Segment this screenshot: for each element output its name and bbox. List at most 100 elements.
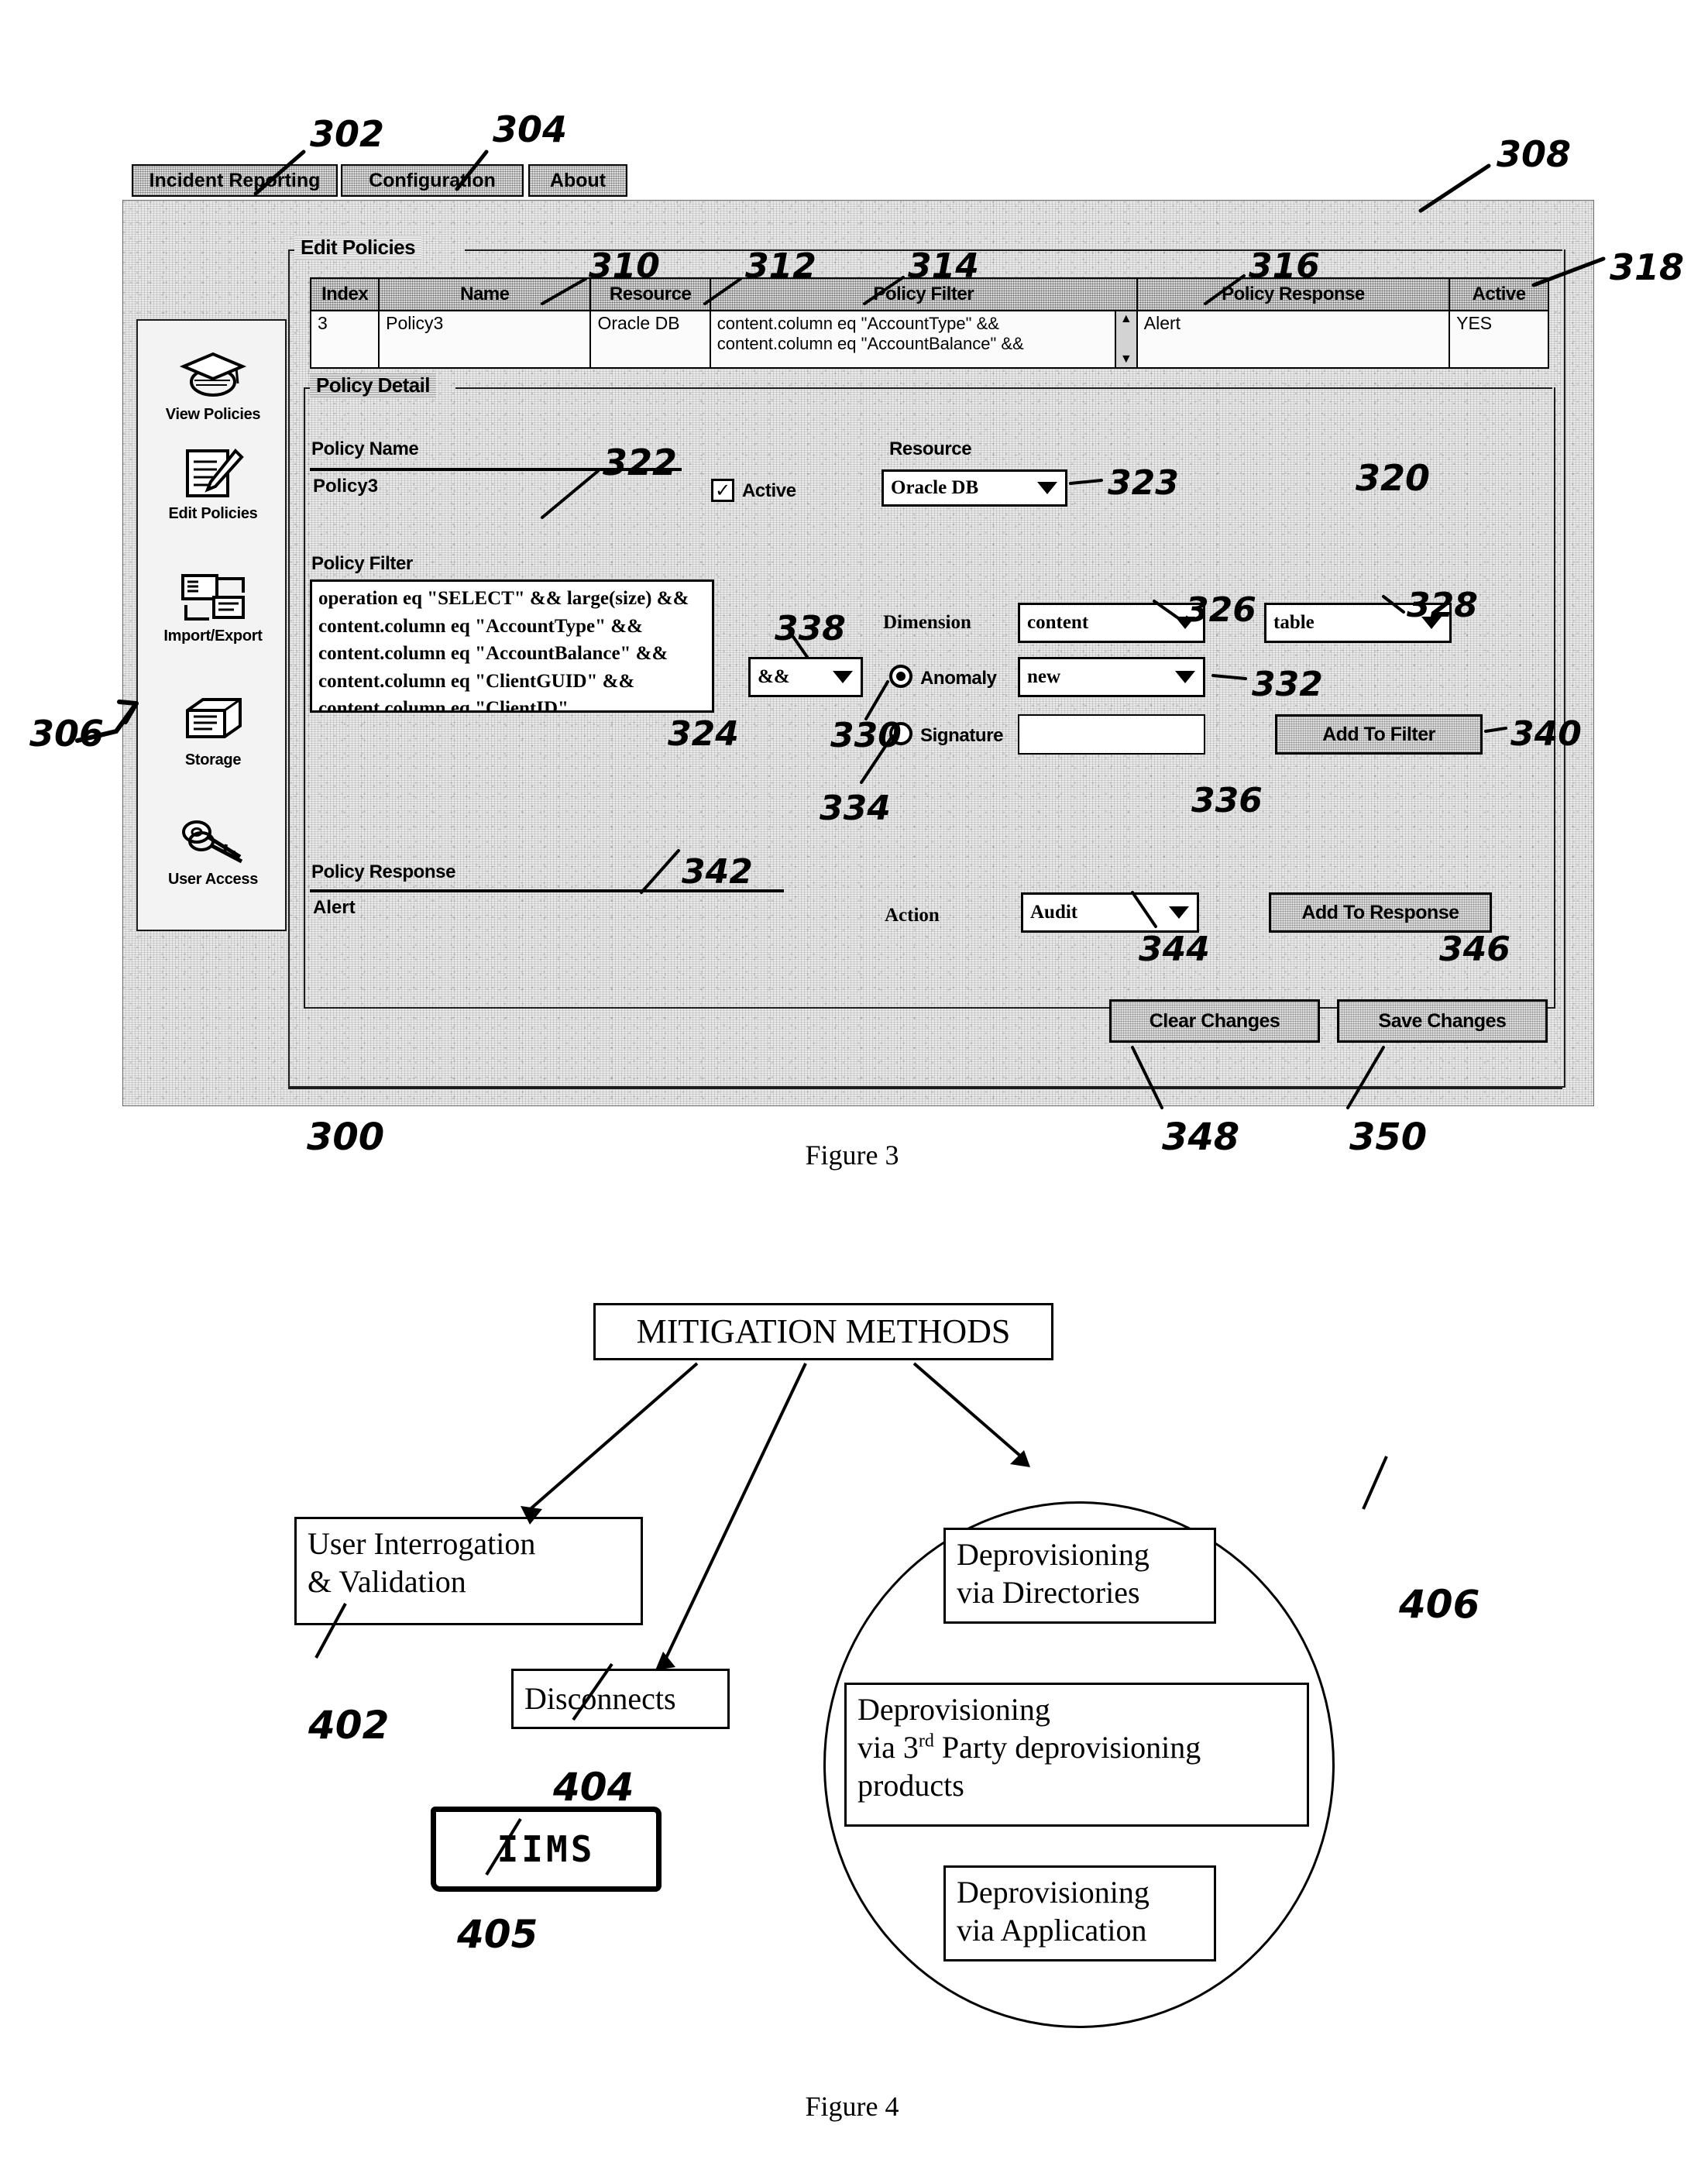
table-row[interactable]: 3 Policy3 Oracle DB content.column eq "A…: [309, 311, 1549, 369]
graduation-cap-icon: [138, 346, 288, 404]
edit-policies-group-label: Edit Policies: [294, 236, 421, 260]
active-label: Active: [742, 480, 796, 501]
ref-numeral-338: 338: [775, 609, 846, 648]
column-header-index[interactable]: Index: [309, 277, 380, 311]
notepad-pencil-icon: [138, 445, 288, 504]
tab-configuration[interactable]: Configuration: [341, 164, 524, 197]
ref-numeral-406: 406: [1399, 1582, 1480, 1627]
tab-incident-reporting[interactable]: Incident Reporting: [132, 164, 338, 197]
ref-numeral-344: 344: [1139, 930, 1210, 969]
box-line-2-pre: via 3: [857, 1729, 919, 1765]
action-label: Action: [885, 905, 940, 926]
clear-changes-button[interactable]: Clear Changes: [1109, 999, 1320, 1043]
import-export-icon: [138, 567, 288, 626]
action-dropdown[interactable]: Audit: [1021, 892, 1199, 933]
tab-about[interactable]: About: [528, 164, 627, 197]
ref-numeral-324: 324: [668, 714, 739, 754]
ref-numeral-404: 404: [553, 1765, 634, 1810]
ref-numeral-342: 342: [682, 852, 753, 892]
ref-numeral-312: 312: [745, 246, 816, 286]
figure-4: MITIGATION METHODS User Interrogation & …: [0, 1208, 1708, 2166]
ref-numeral-348: 348: [1162, 1116, 1240, 1159]
chevron-down-icon[interactable]: [1037, 482, 1057, 494]
ref-numeral-306: 306: [29, 713, 105, 755]
operator-dropdown-value: &&: [758, 666, 790, 687]
sidebar-item-label: View Policies: [165, 406, 261, 423]
sidebar-item-label: Storage: [184, 751, 242, 768]
figure-3: Incident Reporting Configuration About E…: [0, 0, 1708, 1208]
sidebar-item-label: Import/Export: [163, 627, 263, 645]
ref-numeral-350: 350: [1349, 1116, 1428, 1159]
policy-response-input[interactable]: Alert: [310, 889, 784, 928]
ref-numeral-405: 405: [457, 1912, 538, 1957]
scroll-up-arrow-icon[interactable]: ▲: [1120, 313, 1132, 325]
iims-box: IIMS: [431, 1807, 662, 1892]
ref-numeral-304: 304: [493, 108, 568, 150]
active-checkbox[interactable]: ✓: [711, 479, 734, 502]
column-header-name[interactable]: Name: [378, 277, 592, 311]
file-drawer-icon: [138, 691, 288, 750]
add-to-filter-button[interactable]: Add To Filter: [1275, 714, 1483, 755]
sidebar-item-view-policies[interactable]: View Policies: [138, 346, 288, 424]
chevron-down-icon[interactable]: [833, 671, 853, 683]
sidebar-item-user-access[interactable]: User Access: [138, 810, 288, 889]
ref-numeral-332: 332: [1252, 665, 1323, 704]
keys-icon: [138, 810, 288, 869]
figure-3-caption: Figure 3: [805, 1140, 899, 1171]
cell-policy-filter-text: content.column eq "AccountType" && conte…: [717, 314, 1024, 353]
scroll-down-arrow-icon[interactable]: ▼: [1120, 353, 1132, 366]
dimension-label: Dimension: [883, 612, 971, 633]
policy-response-label: Policy Response: [311, 861, 456, 882]
policy-filter-textarea[interactable]: operation eq "SELECT" && large(size) && …: [310, 579, 714, 713]
save-changes-button[interactable]: Save Changes: [1337, 999, 1548, 1043]
ref-numeral-316: 316: [1249, 246, 1320, 286]
chevron-down-icon[interactable]: [1169, 906, 1189, 919]
ref-numeral-302: 302: [310, 113, 385, 155]
anomaly-dropdown-value: new: [1027, 666, 1061, 687]
vertical-scrollbar[interactable]: ▲ ▼: [1114, 311, 1136, 366]
figure-4-caption: Figure 4: [805, 2091, 899, 2122]
ref-numeral-318: 318: [1610, 246, 1685, 288]
chevron-down-icon[interactable]: [1175, 671, 1195, 683]
deprovisioning-via-directories-box: Deprovisioning via Directories: [943, 1528, 1216, 1624]
button-bar-divider: [288, 1088, 1562, 1089]
anomaly-dropdown[interactable]: new: [1018, 657, 1205, 697]
add-to-response-button[interactable]: Add To Response: [1269, 892, 1492, 933]
deprovisioning-3rd-party-box: Deprovisioning via 3rd Party deprovision…: [844, 1683, 1309, 1827]
action-dropdown-value: Audit: [1030, 902, 1078, 923]
column-header-active[interactable]: Active: [1449, 277, 1549, 311]
box-line-1: Deprovisioning: [857, 1692, 1050, 1727]
policy-table[interactable]: Index Name Resource Policy Filter Policy…: [309, 277, 1549, 369]
sidebar-item-edit-policies[interactable]: Edit Policies: [138, 445, 288, 523]
ref-numeral-308: 308: [1497, 133, 1572, 175]
box-line-2: via 3rd Party deprovisioning: [857, 1729, 1296, 1767]
resource-dropdown[interactable]: Oracle DB: [881, 469, 1067, 507]
sidebar-item-import-export[interactable]: Import/Export: [138, 567, 288, 645]
cell-name: Policy3: [378, 311, 592, 369]
cell-policy-response: Alert: [1136, 311, 1451, 369]
ref-numeral-322: 322: [603, 442, 678, 483]
box-line-3: products: [857, 1767, 964, 1803]
anomaly-radio[interactable]: [889, 665, 912, 688]
anomaly-label: Anomaly: [920, 668, 997, 689]
ref-numeral-310: 310: [589, 246, 660, 286]
dimension-dropdown-value: content: [1027, 612, 1089, 633]
cell-policy-filter: content.column eq "AccountType" && conte…: [709, 311, 1138, 369]
ref-numeral-330: 330: [830, 716, 902, 755]
sidebar-item-storage[interactable]: Storage: [138, 691, 288, 769]
box-line-2-post: Party deprovisioning: [933, 1729, 1201, 1765]
cell-active: YES: [1449, 311, 1549, 369]
ref-numeral-320: 320: [1356, 457, 1431, 499]
ref-numeral-336: 336: [1191, 781, 1263, 820]
ref-numeral-314: 314: [908, 246, 979, 286]
ref-numeral-323: 323: [1108, 463, 1179, 503]
mitigation-methods-box: MITIGATION METHODS: [593, 1303, 1053, 1360]
resource-label: Resource: [889, 438, 972, 459]
ref-numeral-334: 334: [820, 789, 891, 828]
dimension-dropdown[interactable]: content: [1018, 603, 1205, 643]
ref-numeral-340: 340: [1510, 714, 1582, 754]
user-interrogation-validation-box: User Interrogation & Validation: [294, 1517, 643, 1625]
ref-numeral-326: 326: [1185, 590, 1256, 630]
signature-input[interactable]: [1018, 714, 1205, 755]
operator-dropdown[interactable]: &&: [748, 657, 863, 697]
